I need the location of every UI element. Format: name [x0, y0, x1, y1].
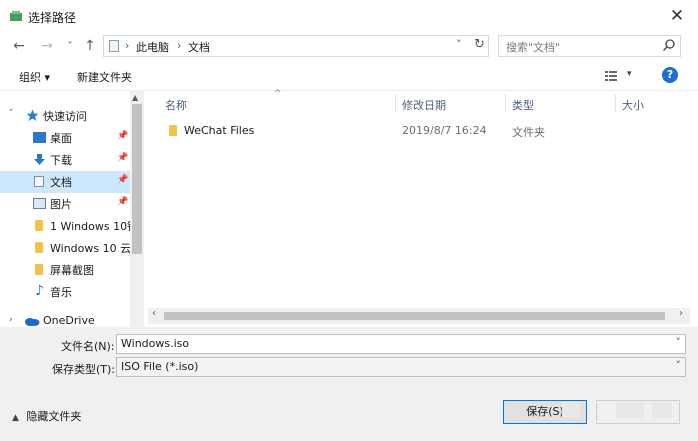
sidebar-item-label: 文档	[50, 176, 72, 189]
save-button-label: 保存(S)	[526, 405, 564, 418]
forward-button[interactable]: →	[39, 37, 55, 55]
column-header-type[interactable]: 类型	[512, 97, 534, 113]
chevron-down-icon[interactable]: ˅	[676, 359, 682, 372]
new-folder-button[interactable]: 新建文件夹	[77, 69, 132, 85]
recent-locations-button[interactable]: ˅	[62, 38, 78, 56]
nav-quick-access[interactable]: ˅ 快速访问	[0, 105, 130, 127]
sidebar-item-screenshots[interactable]: 屏幕截图	[0, 259, 130, 281]
sidebar-item-windows10-mirror[interactable]: 1 Windows 10镜	[0, 215, 130, 237]
refresh-icon[interactable]: ↻	[474, 37, 485, 52]
music-icon: ♪	[35, 283, 44, 299]
sidebar-item-label: OneDrive	[43, 314, 95, 327]
up-button[interactable]: ↑	[82, 37, 98, 55]
breadcrumb-separator-icon: ›	[177, 39, 182, 52]
folder-icon	[169, 125, 177, 136]
folder-icon	[35, 264, 43, 275]
navigation-scrollbar-thumb[interactable]	[132, 104, 142, 254]
search-placeholder: 搜索"文档"	[506, 41, 561, 54]
sidebar-item-label: 下载	[50, 154, 72, 167]
navigation-pane: ˅ 快速访问 桌面 📌 下载 📌 文档 📌 图片 📌 1 Windows 10镜…	[0, 91, 130, 327]
column-divider[interactable]	[505, 94, 506, 112]
sidebar-item-label: Windows 10 云	[50, 242, 130, 255]
horizontal-scrollbar-thumb[interactable]	[164, 312, 665, 320]
breadcrumb-separator-icon: ›	[125, 39, 130, 52]
computer-icon	[109, 40, 119, 52]
pin-icon[interactable]: 📌	[117, 175, 128, 185]
column-header-date[interactable]: 修改日期	[402, 97, 446, 113]
sidebar-item-label: 图片	[50, 198, 72, 211]
search-icon[interactable]	[662, 38, 676, 52]
sidebar-item-label: 音乐	[50, 286, 72, 299]
address-bar[interactable]: › 此电脑 › 文档 ˅ ↻	[103, 35, 489, 57]
pin-icon[interactable]: 📌	[117, 153, 128, 163]
folder-icon	[35, 220, 43, 231]
breadcrumb-documents[interactable]: 文档	[188, 39, 210, 55]
view-dropdown-icon[interactable]: ▾	[627, 69, 632, 79]
sidebar-item-documents[interactable]: 文档 📌	[0, 171, 130, 193]
sidebar-item-label: 桌面	[50, 132, 72, 145]
scroll-up-icon[interactable]: ▲	[132, 93, 138, 102]
back-button[interactable]: ←	[11, 37, 27, 55]
column-header-name[interactable]: 名称	[165, 97, 187, 113]
file-name: WeChat Files	[184, 124, 255, 137]
close-icon: ✕	[669, 6, 685, 26]
chevron-down-icon[interactable]: ˅	[676, 336, 682, 349]
file-row[interactable]: WeChat Files 2019/8/7 16:24 文件夹	[152, 121, 692, 141]
sidebar-item-downloads[interactable]: 下载 📌	[0, 149, 130, 171]
view-options-icon[interactable]	[605, 71, 617, 81]
sidebar-item-desktop[interactable]: 桌面 📌	[0, 127, 130, 149]
sidebar-item-label: 屏幕截图	[50, 264, 94, 277]
file-type: 文件夹	[512, 126, 545, 139]
filetype-label: 保存类型(T):	[52, 363, 116, 376]
sidebar-item-music[interactable]: ♪ 音乐	[0, 281, 130, 303]
sidebar-item-onedrive[interactable]: › OneDrive	[0, 311, 130, 327]
star-icon	[26, 109, 39, 121]
hide-folders-toggle[interactable]: ▲ 隐藏文件夹	[12, 408, 81, 424]
filename-value: Windows.iso	[121, 337, 190, 350]
sort-indicator-icon: ^	[274, 89, 282, 99]
watermark-blur	[562, 402, 580, 418]
sidebar-item-label: 1 Windows 10镜	[50, 220, 130, 233]
address-dropdown-icon[interactable]: ˅	[456, 38, 462, 51]
column-divider[interactable]	[395, 94, 396, 112]
pin-icon[interactable]: 📌	[117, 197, 128, 207]
pin-icon[interactable]: 📌	[117, 131, 128, 141]
expand-chevron-icon[interactable]: ›	[9, 315, 13, 325]
column-header-size[interactable]: 大小	[622, 97, 644, 113]
app-icon	[10, 11, 22, 21]
window-title: 选择路径	[28, 11, 77, 25]
chevron-up-icon: ▲	[12, 413, 19, 423]
hide-folders-label: 隐藏文件夹	[26, 410, 82, 423]
desktop-icon	[33, 132, 46, 143]
close-button[interactable]: ✕	[664, 4, 690, 28]
sidebar-item-pictures[interactable]: 图片 📌	[0, 193, 130, 215]
scroll-right-icon[interactable]: ›	[679, 308, 683, 319]
organize-button[interactable]: 组织 ▾	[19, 69, 50, 85]
column-divider[interactable]	[615, 94, 616, 112]
sidebar-item-windows10-cloud[interactable]: Windows 10 云	[0, 237, 130, 259]
filename-label: 文件名(N):	[61, 340, 115, 353]
cloud-icon	[25, 318, 40, 326]
download-icon	[33, 154, 46, 165]
scroll-left-icon[interactable]: ‹	[152, 308, 156, 319]
filename-input[interactable]: Windows.iso ˅	[116, 334, 686, 354]
breadcrumb-this-pc[interactable]: 此电脑	[136, 39, 169, 55]
cancel-button[interactable]	[596, 400, 680, 424]
filetype-select[interactable]: ISO File (*.iso) ˅	[116, 357, 686, 377]
documents-icon	[34, 176, 44, 187]
expand-chevron-icon[interactable]: ˅	[9, 109, 14, 119]
title-bar: 选择路径 ✕	[0, 0, 698, 32]
filetype-value: ISO File (*.iso)	[121, 360, 199, 373]
help-icon[interactable]: ?	[662, 67, 678, 83]
pictures-icon	[33, 198, 46, 209]
folder-icon	[35, 242, 43, 253]
file-date: 2019/8/7 16:24	[402, 124, 487, 137]
nav-quick-access-label: 快速访问	[43, 110, 87, 123]
search-input[interactable]: 搜索"文档"	[498, 35, 681, 57]
